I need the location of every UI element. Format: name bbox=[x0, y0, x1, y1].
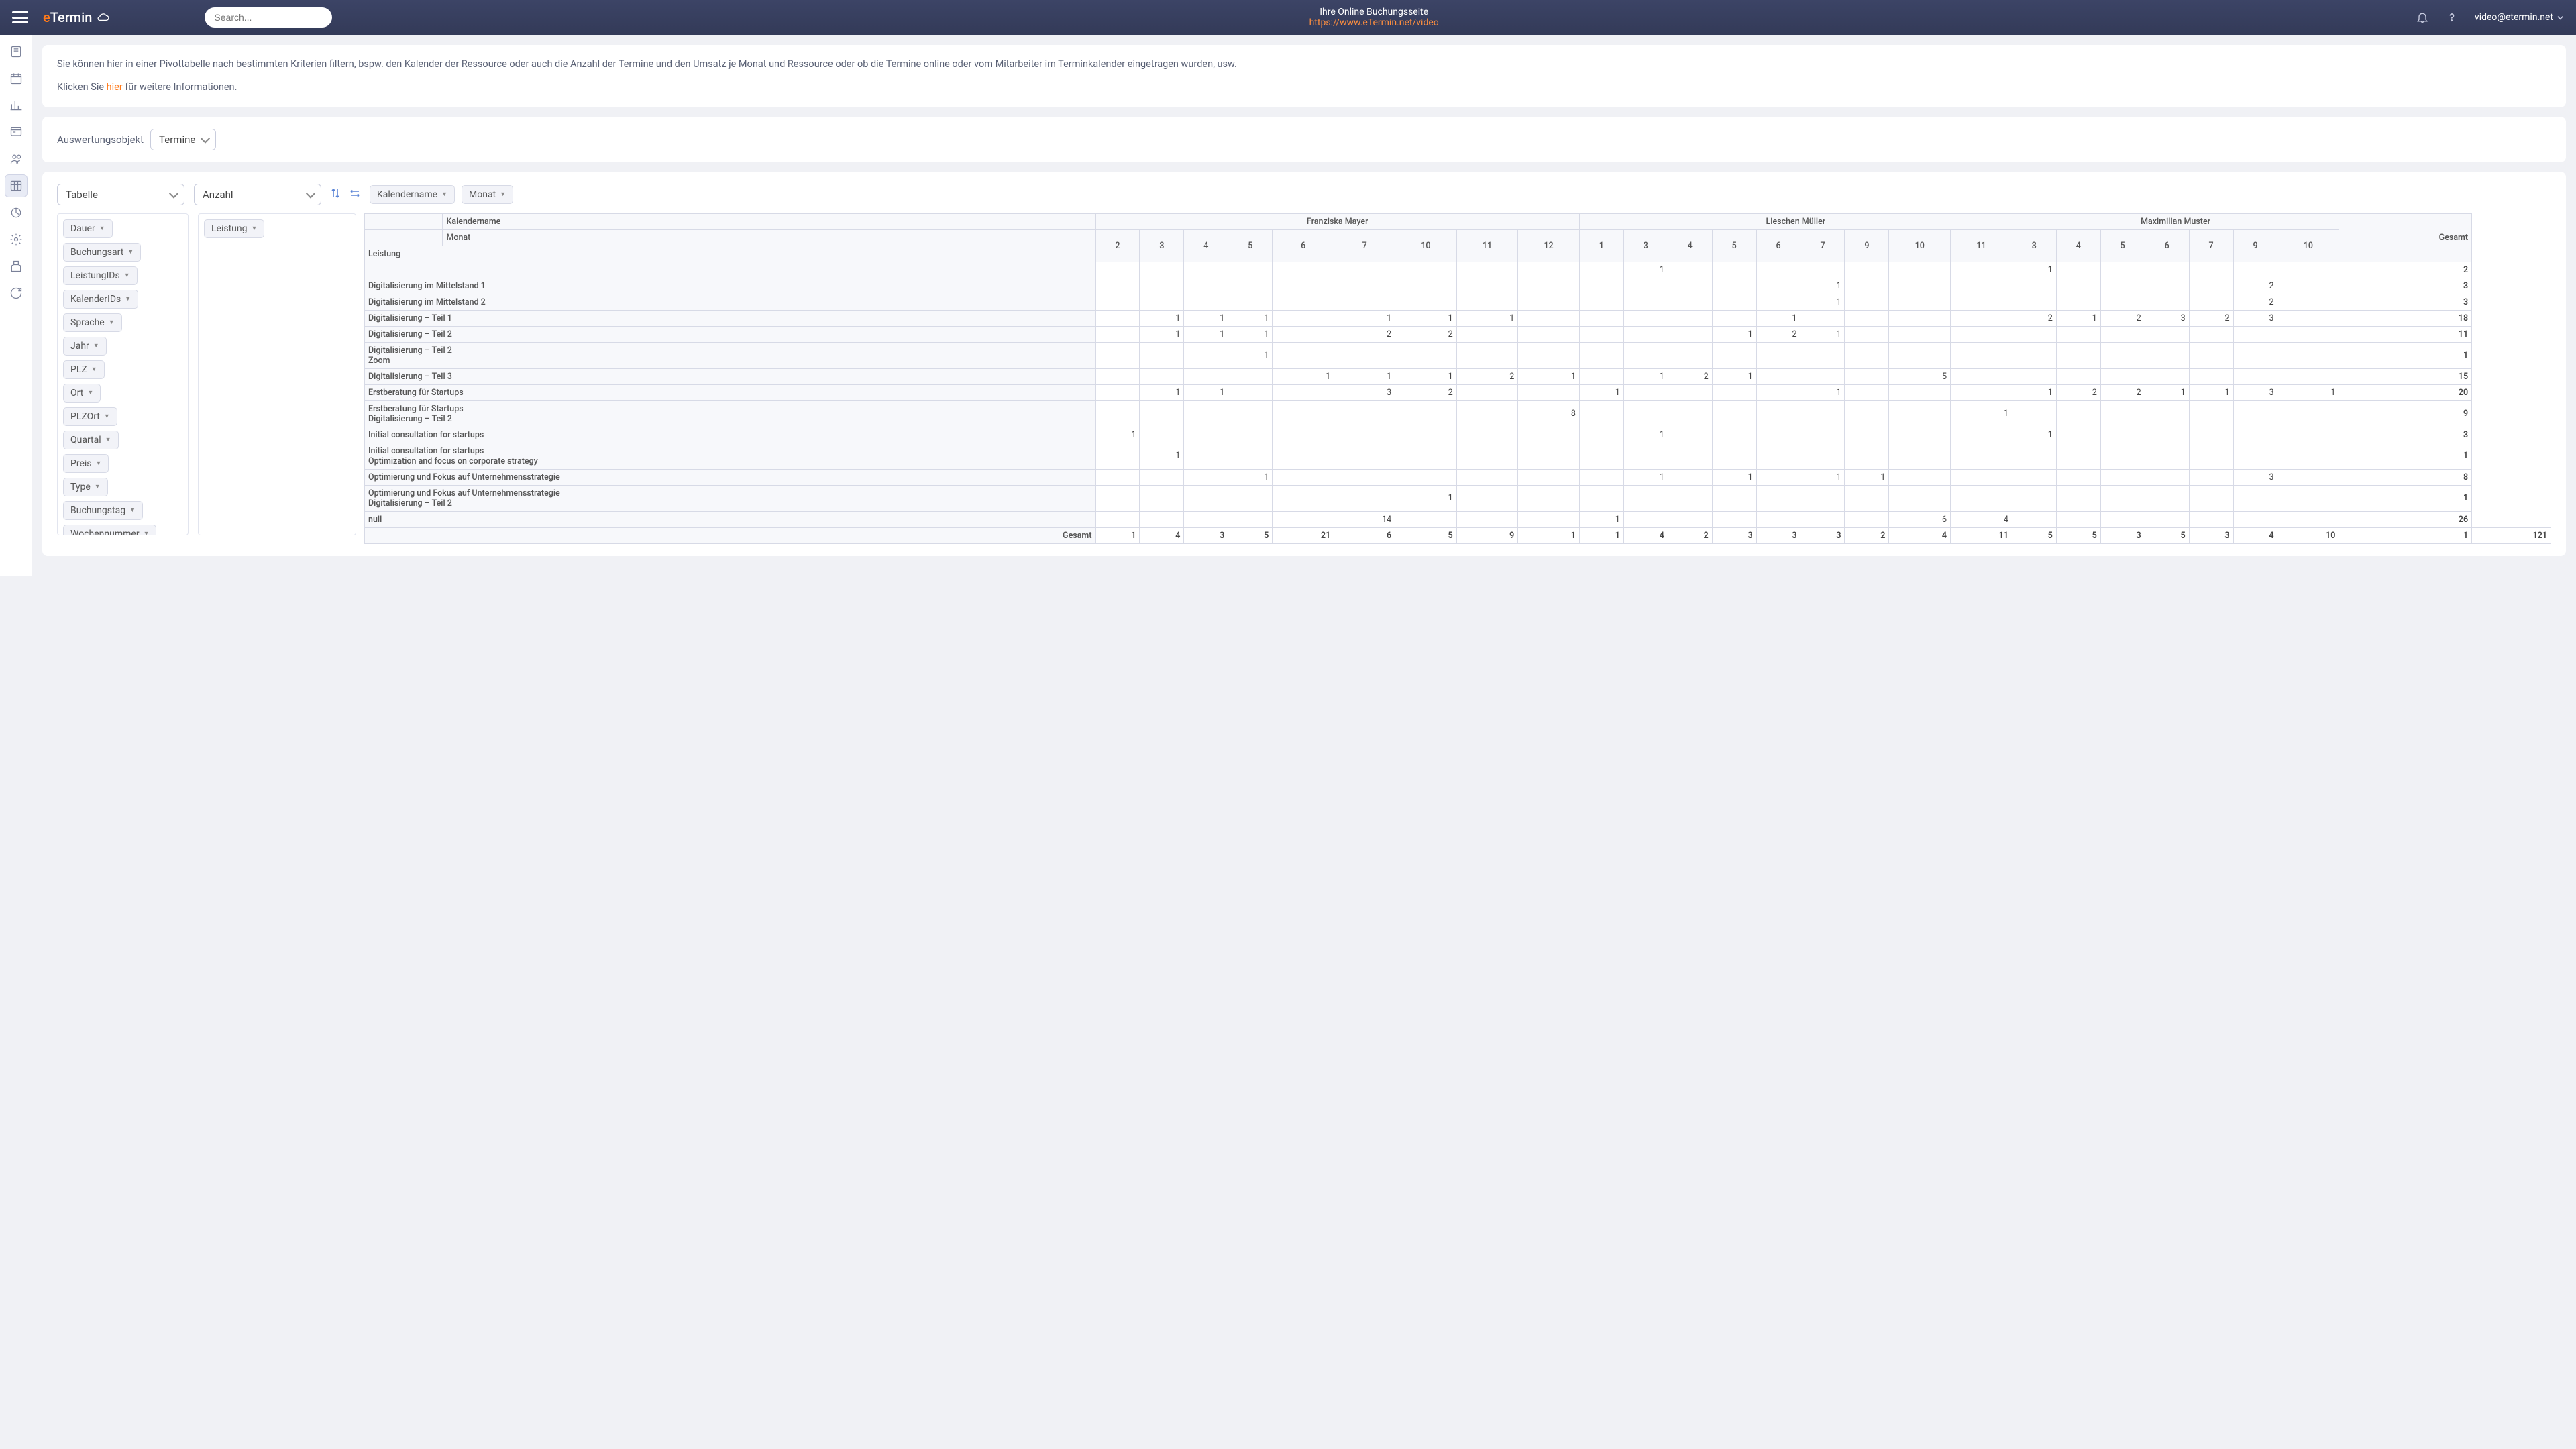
field-chip[interactable]: Monat▼ bbox=[462, 185, 513, 204]
intro-text-2: Klicken Sie hier für weitere Information… bbox=[57, 80, 2551, 95]
sidebar-item-4[interactable] bbox=[5, 121, 28, 144]
field-chip[interactable]: Wochennummer▼ bbox=[63, 525, 156, 535]
pivot-table: KalendernameFranziska MayerLieschen Müll… bbox=[364, 213, 2551, 544]
field-chip[interactable]: Leistung▼ bbox=[204, 219, 264, 238]
sort-vertical-icon[interactable] bbox=[331, 188, 340, 201]
field-chip[interactable]: Quartal▼ bbox=[63, 431, 119, 449]
sidebar-item-2[interactable] bbox=[5, 67, 28, 90]
search-input[interactable] bbox=[205, 7, 332, 28]
intro-link[interactable]: hier bbox=[107, 81, 123, 93]
sidebar-item-9[interactable] bbox=[5, 255, 28, 278]
sidebar-item-6-active[interactable] bbox=[5, 174, 28, 197]
main: Sie können hier in einer Pivottabelle na… bbox=[32, 35, 2576, 576]
chevron-down-icon bbox=[2557, 14, 2564, 21]
sidebar-item-1[interactable] bbox=[5, 40, 28, 63]
pivot-controls: Tabelle Anzahl Kalendername▼ Monat▼ bbox=[57, 184, 2551, 205]
renderer-select[interactable]: Tabelle bbox=[57, 184, 184, 205]
field-chip[interactable]: Sprache▼ bbox=[63, 313, 122, 332]
sidebar bbox=[0, 35, 32, 576]
field-chip[interactable]: LeistungIDs▼ bbox=[63, 266, 138, 285]
booking-url[interactable]: https://www.eTermin.net/video bbox=[1309, 17, 1439, 28]
intro-panel: Sie können hier in einer Pivottabelle na… bbox=[42, 45, 2566, 107]
field-chip[interactable]: Dauer▼ bbox=[63, 219, 113, 238]
sidebar-item-8[interactable] bbox=[5, 228, 28, 251]
field-chip[interactable]: Ort▼ bbox=[63, 384, 101, 402]
menu-toggle[interactable] bbox=[12, 11, 28, 23]
pivot-table-wrap[interactable]: KalendernameFranziska MayerLieschen Müll… bbox=[364, 213, 2551, 544]
cloud-icon bbox=[96, 13, 111, 22]
logo-part1: e bbox=[43, 9, 50, 25]
field-chip[interactable]: PLZOrt▼ bbox=[63, 407, 117, 426]
object-selector-panel: Auswertungsobjekt Termine bbox=[42, 117, 2566, 162]
topbar: eTermin Ihre Online Buchungsseite https:… bbox=[0, 0, 2576, 35]
aggregator-select[interactable]: Anzahl bbox=[194, 184, 321, 205]
field-chip[interactable]: KalenderIDs▼ bbox=[63, 290, 138, 309]
topbar-icons: video@etermin.net bbox=[2416, 11, 2564, 24]
object-selector-label: Auswertungsobjekt bbox=[57, 133, 144, 146]
field-chip[interactable]: Buchungsart▼ bbox=[63, 243, 141, 262]
logo-part2: Termin bbox=[50, 9, 93, 25]
field-chip[interactable]: PLZ▼ bbox=[63, 360, 105, 379]
object-selector[interactable]: Termine bbox=[150, 129, 216, 150]
user-menu[interactable]: video@etermin.net bbox=[2475, 12, 2564, 23]
bell-icon[interactable] bbox=[2416, 11, 2429, 24]
booking-label: Ihre Online Buchungsseite bbox=[332, 7, 2416, 17]
intro-text-1: Sie können hier in einer Pivottabelle na… bbox=[57, 57, 2551, 72]
logo: eTermin bbox=[43, 9, 111, 25]
field-chip[interactable]: Jahr▼ bbox=[63, 337, 107, 356]
row-axis-fields[interactable]: Leistung▼ bbox=[198, 213, 356, 535]
field-chip[interactable]: Type▼ bbox=[63, 478, 108, 496]
sidebar-item-10[interactable] bbox=[5, 282, 28, 305]
sort-horizontal-icon[interactable] bbox=[350, 189, 360, 201]
field-chip[interactable]: Kalendername▼ bbox=[370, 185, 455, 204]
sidebar-item-5[interactable] bbox=[5, 148, 28, 170]
field-chip[interactable]: Buchungstag▼ bbox=[63, 501, 143, 520]
field-chip[interactable]: Preis▼ bbox=[63, 454, 109, 473]
column-axis-fields: Kalendername▼ Monat▼ bbox=[370, 185, 513, 204]
help-icon[interactable] bbox=[2445, 11, 2459, 24]
user-email: video@etermin.net bbox=[2475, 12, 2553, 23]
search-wrap bbox=[205, 7, 332, 28]
unused-fields-list[interactable]: Dauer▼ Buchungsart▼ LeistungIDs▼ KalenderID… bbox=[57, 213, 189, 535]
sidebar-item-7[interactable] bbox=[5, 201, 28, 224]
booking-info: Ihre Online Buchungsseite https://www.eT… bbox=[332, 7, 2416, 28]
pivot-panel: Tabelle Anzahl Kalendername▼ Monat▼ Dauer… bbox=[42, 172, 2566, 556]
sidebar-item-3[interactable] bbox=[5, 94, 28, 117]
